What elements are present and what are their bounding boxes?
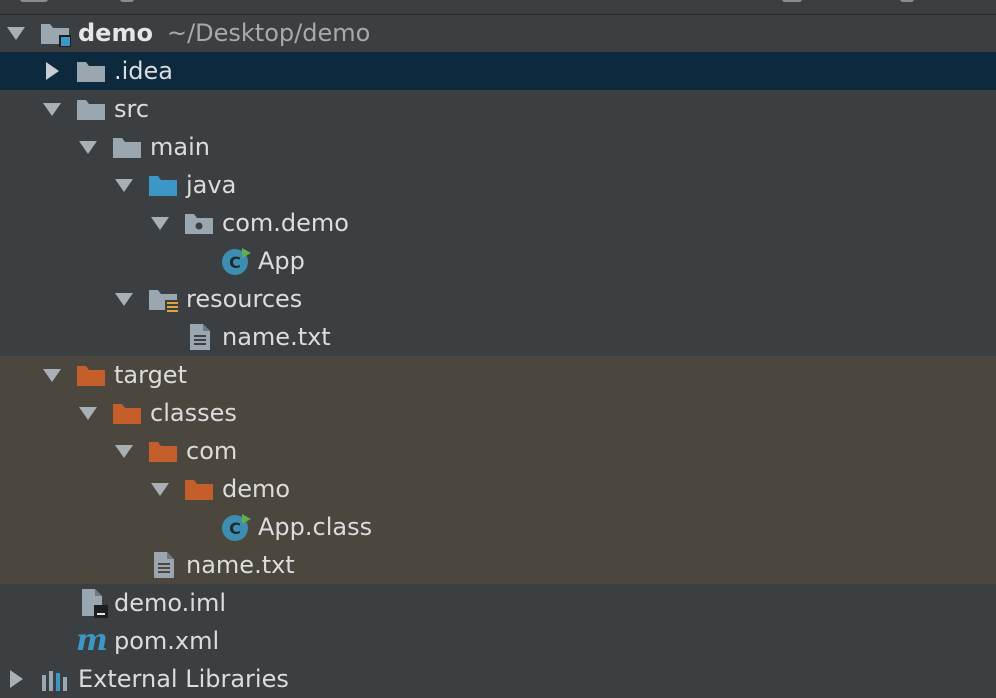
maven-icon: m <box>76 625 110 657</box>
tree-node-label: main <box>150 133 210 161</box>
expanded-arrow-icon[interactable] <box>4 14 28 52</box>
tree-node-label: resources <box>186 285 303 313</box>
folder-icon <box>76 59 106 83</box>
tree-node-label: .idea <box>114 57 174 85</box>
expanded-arrow-icon[interactable] <box>112 280 136 318</box>
folder-icon <box>76 97 106 121</box>
tree-node-resources[interactable]: resources <box>0 280 996 318</box>
tree-node-label: target <box>114 361 187 389</box>
java-class-runnable-icon: C <box>220 247 252 275</box>
toolbar-fragment <box>120 0 134 2</box>
expanded-arrow-icon[interactable] <box>40 90 64 128</box>
expanded-arrow-icon[interactable] <box>76 394 100 432</box>
tree-node-name-txt-output[interactable]: name.txt <box>0 546 996 584</box>
tree-node-name-txt[interactable]: name.txt <box>0 318 996 356</box>
tree-node-label: name.txt <box>186 551 295 579</box>
package-icon <box>184 211 214 235</box>
expanded-arrow-icon[interactable] <box>40 356 64 394</box>
tree-node-classes[interactable]: classes <box>0 394 996 432</box>
tree-node-com-demo[interactable]: com.demo <box>0 204 996 242</box>
toolbar-strip <box>0 0 996 15</box>
tree-node-label: demo ~/Desktop/demo <box>78 19 371 47</box>
expanded-arrow-icon[interactable] <box>112 166 136 204</box>
svg-text:m: m <box>76 625 108 657</box>
libraries-icon <box>40 667 70 691</box>
toolbar-fragment <box>782 0 802 2</box>
module-file-icon <box>80 588 110 618</box>
toolbar-fragment <box>20 0 48 2</box>
excluded-folder-icon <box>184 477 214 501</box>
tree-node-label: demo.iml <box>114 589 226 617</box>
text-file-icon <box>152 551 176 579</box>
tree-node-label: java <box>186 171 237 199</box>
tree-node-label: App.class <box>258 513 373 541</box>
module-folder-icon <box>40 21 71 47</box>
tree-node-external-libraries[interactable]: External Libraries <box>0 660 996 698</box>
tree-node-pom-xml[interactable]: m pom.xml <box>0 622 996 660</box>
tree-node-app[interactable]: C App <box>0 242 996 280</box>
tree-node-label: name.txt <box>222 323 331 351</box>
svg-text:C: C <box>229 253 241 272</box>
tree-node-demo-iml[interactable]: demo.iml <box>0 584 996 622</box>
tree-node-label: demo <box>222 475 291 503</box>
tree-node-label: App <box>258 247 305 275</box>
resources-folder-icon <box>148 287 179 313</box>
tree-node-label: pom.xml <box>114 627 220 655</box>
excluded-folder-icon <box>76 363 106 387</box>
tree-node-idea[interactable]: .idea <box>0 52 996 90</box>
tree-node-demo-root[interactable]: demo ~/Desktop/demo <box>0 14 996 52</box>
tree-node-src[interactable]: src <box>0 90 996 128</box>
project-path: ~/Desktop/demo <box>166 19 371 47</box>
text-file-icon <box>188 323 212 351</box>
source-folder-icon <box>148 173 178 197</box>
tree-node-demo-folder[interactable]: demo <box>0 470 996 508</box>
tree-node-label: com <box>186 437 238 465</box>
tree-node-label: src <box>114 95 150 123</box>
svg-text:C: C <box>229 519 241 538</box>
excluded-folder-icon <box>112 401 142 425</box>
java-class-runnable-icon: C <box>220 513 252 541</box>
tree-node-target[interactable]: target <box>0 356 996 394</box>
expanded-arrow-icon[interactable] <box>112 432 136 470</box>
collapsed-arrow-icon[interactable] <box>4 660 28 698</box>
expanded-arrow-icon[interactable] <box>148 204 172 242</box>
tree-node-label: com.demo <box>222 209 349 237</box>
tree-node-app-class[interactable]: C App.class <box>0 508 996 546</box>
tree-node-com[interactable]: com <box>0 432 996 470</box>
project-tree[interactable]: demo ~/Desktop/demo .idea src main java … <box>0 14 996 698</box>
excluded-folder-icon <box>148 439 178 463</box>
toolbar-fragment <box>900 0 914 2</box>
folder-icon <box>112 135 142 159</box>
collapsed-arrow-icon[interactable] <box>40 52 64 90</box>
tree-node-main[interactable]: main <box>0 128 996 166</box>
tree-node-java[interactable]: java <box>0 166 996 204</box>
expanded-arrow-icon[interactable] <box>148 470 172 508</box>
tree-node-label: classes <box>150 399 237 427</box>
expanded-arrow-icon[interactable] <box>76 128 100 166</box>
tree-node-label: External Libraries <box>78 665 289 693</box>
